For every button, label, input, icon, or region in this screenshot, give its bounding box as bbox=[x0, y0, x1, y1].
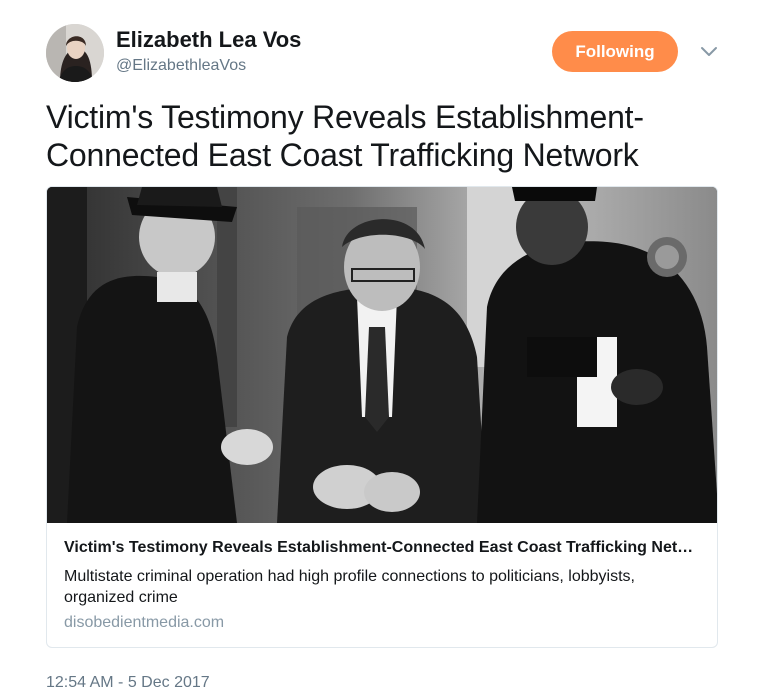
avatar[interactable] bbox=[46, 24, 104, 82]
author-display-name[interactable]: Elizabeth Lea Vos bbox=[116, 27, 301, 53]
avatar-image bbox=[46, 24, 104, 82]
author-handle[interactable]: @ElizabethleaVos bbox=[116, 57, 246, 75]
card-title[interactable]: Victim's Testimony Reveals Establishment… bbox=[64, 539, 704, 557]
card-photo bbox=[47, 187, 717, 523]
chevron-down-icon[interactable] bbox=[698, 40, 720, 62]
tweet-text: Victim's Testimony Reveals Establishment… bbox=[46, 99, 644, 173]
card-domain[interactable]: disobedientmedia.com bbox=[64, 614, 224, 632]
card-image[interactable] bbox=[47, 187, 717, 523]
tweet: Elizabeth Lea Vos @ElizabethleaVos Follo… bbox=[0, 0, 766, 700]
card-description: Multistate criminal operation had high p… bbox=[64, 568, 635, 606]
link-card[interactable]: Victim's Testimony Reveals Establishment… bbox=[46, 186, 718, 648]
following-button[interactable]: Following bbox=[552, 31, 678, 72]
tweet-timestamp[interactable]: 12:54 AM - 5 Dec 2017 bbox=[46, 674, 210, 692]
